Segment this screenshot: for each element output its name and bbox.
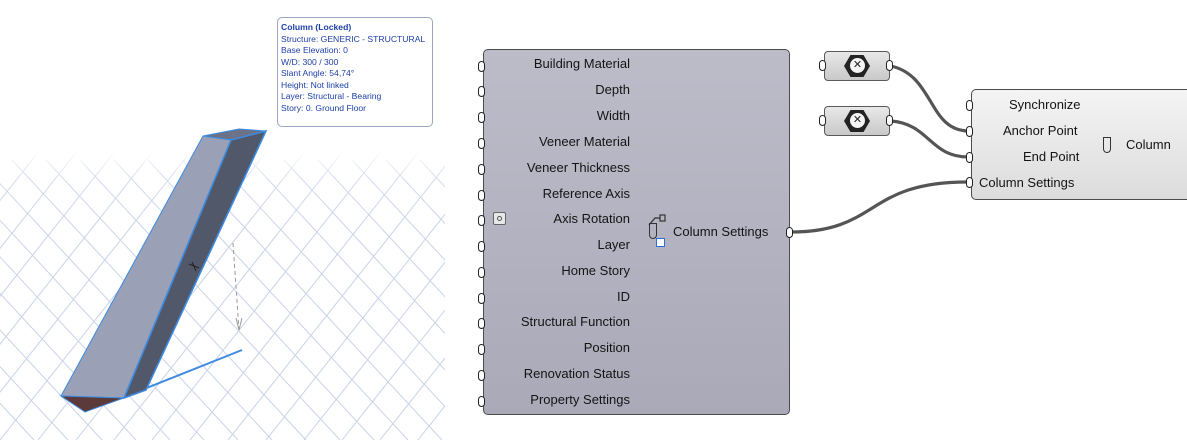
input-grip[interactable] xyxy=(478,318,485,329)
param-output-grip[interactable] xyxy=(886,115,893,126)
input-grip[interactable] xyxy=(478,396,485,407)
input-column-settings: Column Settings xyxy=(979,175,1075,190)
input-home-story: Home Story xyxy=(561,263,630,278)
input-property-settings: Property Settings xyxy=(530,392,630,407)
output-column: Column xyxy=(1126,137,1171,152)
input-grip[interactable] xyxy=(478,267,485,278)
output-grip[interactable] xyxy=(786,227,793,238)
column-settings-component[interactable]: Building Material Depth Width Veneer Mat… xyxy=(483,49,790,415)
input-veneer-material: Veneer Material xyxy=(538,134,630,149)
input-renovation-status: Renovation Status xyxy=(523,366,630,381)
settings-square-icon xyxy=(656,238,665,247)
column-component[interactable]: Synchronize Anchor Point End Point Colum… xyxy=(971,89,1187,200)
point-param-1[interactable]: ✕ xyxy=(824,51,890,81)
input-grip[interactable] xyxy=(478,86,485,97)
input-grip[interactable] xyxy=(966,152,973,163)
input-id: ID xyxy=(617,289,630,304)
input-grip[interactable] xyxy=(966,126,973,137)
input-axis-rotation: Axis Rotation xyxy=(553,211,630,226)
input-grip[interactable] xyxy=(478,293,485,304)
input-position: Position xyxy=(583,340,630,355)
wire-end-point[interactable] xyxy=(890,119,971,159)
input-veneer-thickness: Veneer Thickness xyxy=(526,160,630,175)
param-input-grip[interactable] xyxy=(819,115,826,126)
input-end-point: End Point xyxy=(1023,149,1080,164)
input-grip[interactable] xyxy=(478,241,485,252)
wrench-icon xyxy=(648,214,666,226)
axis-rotation-toggle[interactable] xyxy=(493,212,506,225)
output-column-settings: Column Settings xyxy=(673,224,769,239)
input-grip[interactable] xyxy=(478,370,485,381)
input-grip[interactable] xyxy=(478,190,485,201)
wire-anchor-point[interactable] xyxy=(890,64,971,133)
input-grip[interactable] xyxy=(966,100,973,111)
param-output-grip[interactable] xyxy=(886,60,893,71)
input-reference-axis: Reference Axis xyxy=(542,186,630,201)
input-grip[interactable] xyxy=(478,164,485,175)
wire-column-settings[interactable] xyxy=(790,180,971,234)
input-layer: Layer xyxy=(597,237,630,252)
input-synchronize: Synchronize xyxy=(1009,97,1081,112)
point-param-2[interactable]: ✕ xyxy=(824,106,890,136)
input-grip[interactable] xyxy=(478,215,485,226)
input-anchor-point: Anchor Point xyxy=(1003,123,1078,138)
input-grip[interactable] xyxy=(478,61,485,72)
input-width: Width xyxy=(596,108,630,123)
input-grip[interactable] xyxy=(478,138,485,149)
input-grip[interactable] xyxy=(966,177,973,188)
input-grip[interactable] xyxy=(478,112,485,123)
column-icon xyxy=(1103,137,1111,153)
input-structural-function: Structural Function xyxy=(520,314,630,329)
input-building-material: Building Material xyxy=(533,56,630,71)
input-depth: Depth xyxy=(595,82,630,97)
input-grip[interactable] xyxy=(478,344,485,355)
param-input-grip[interactable] xyxy=(819,60,826,71)
